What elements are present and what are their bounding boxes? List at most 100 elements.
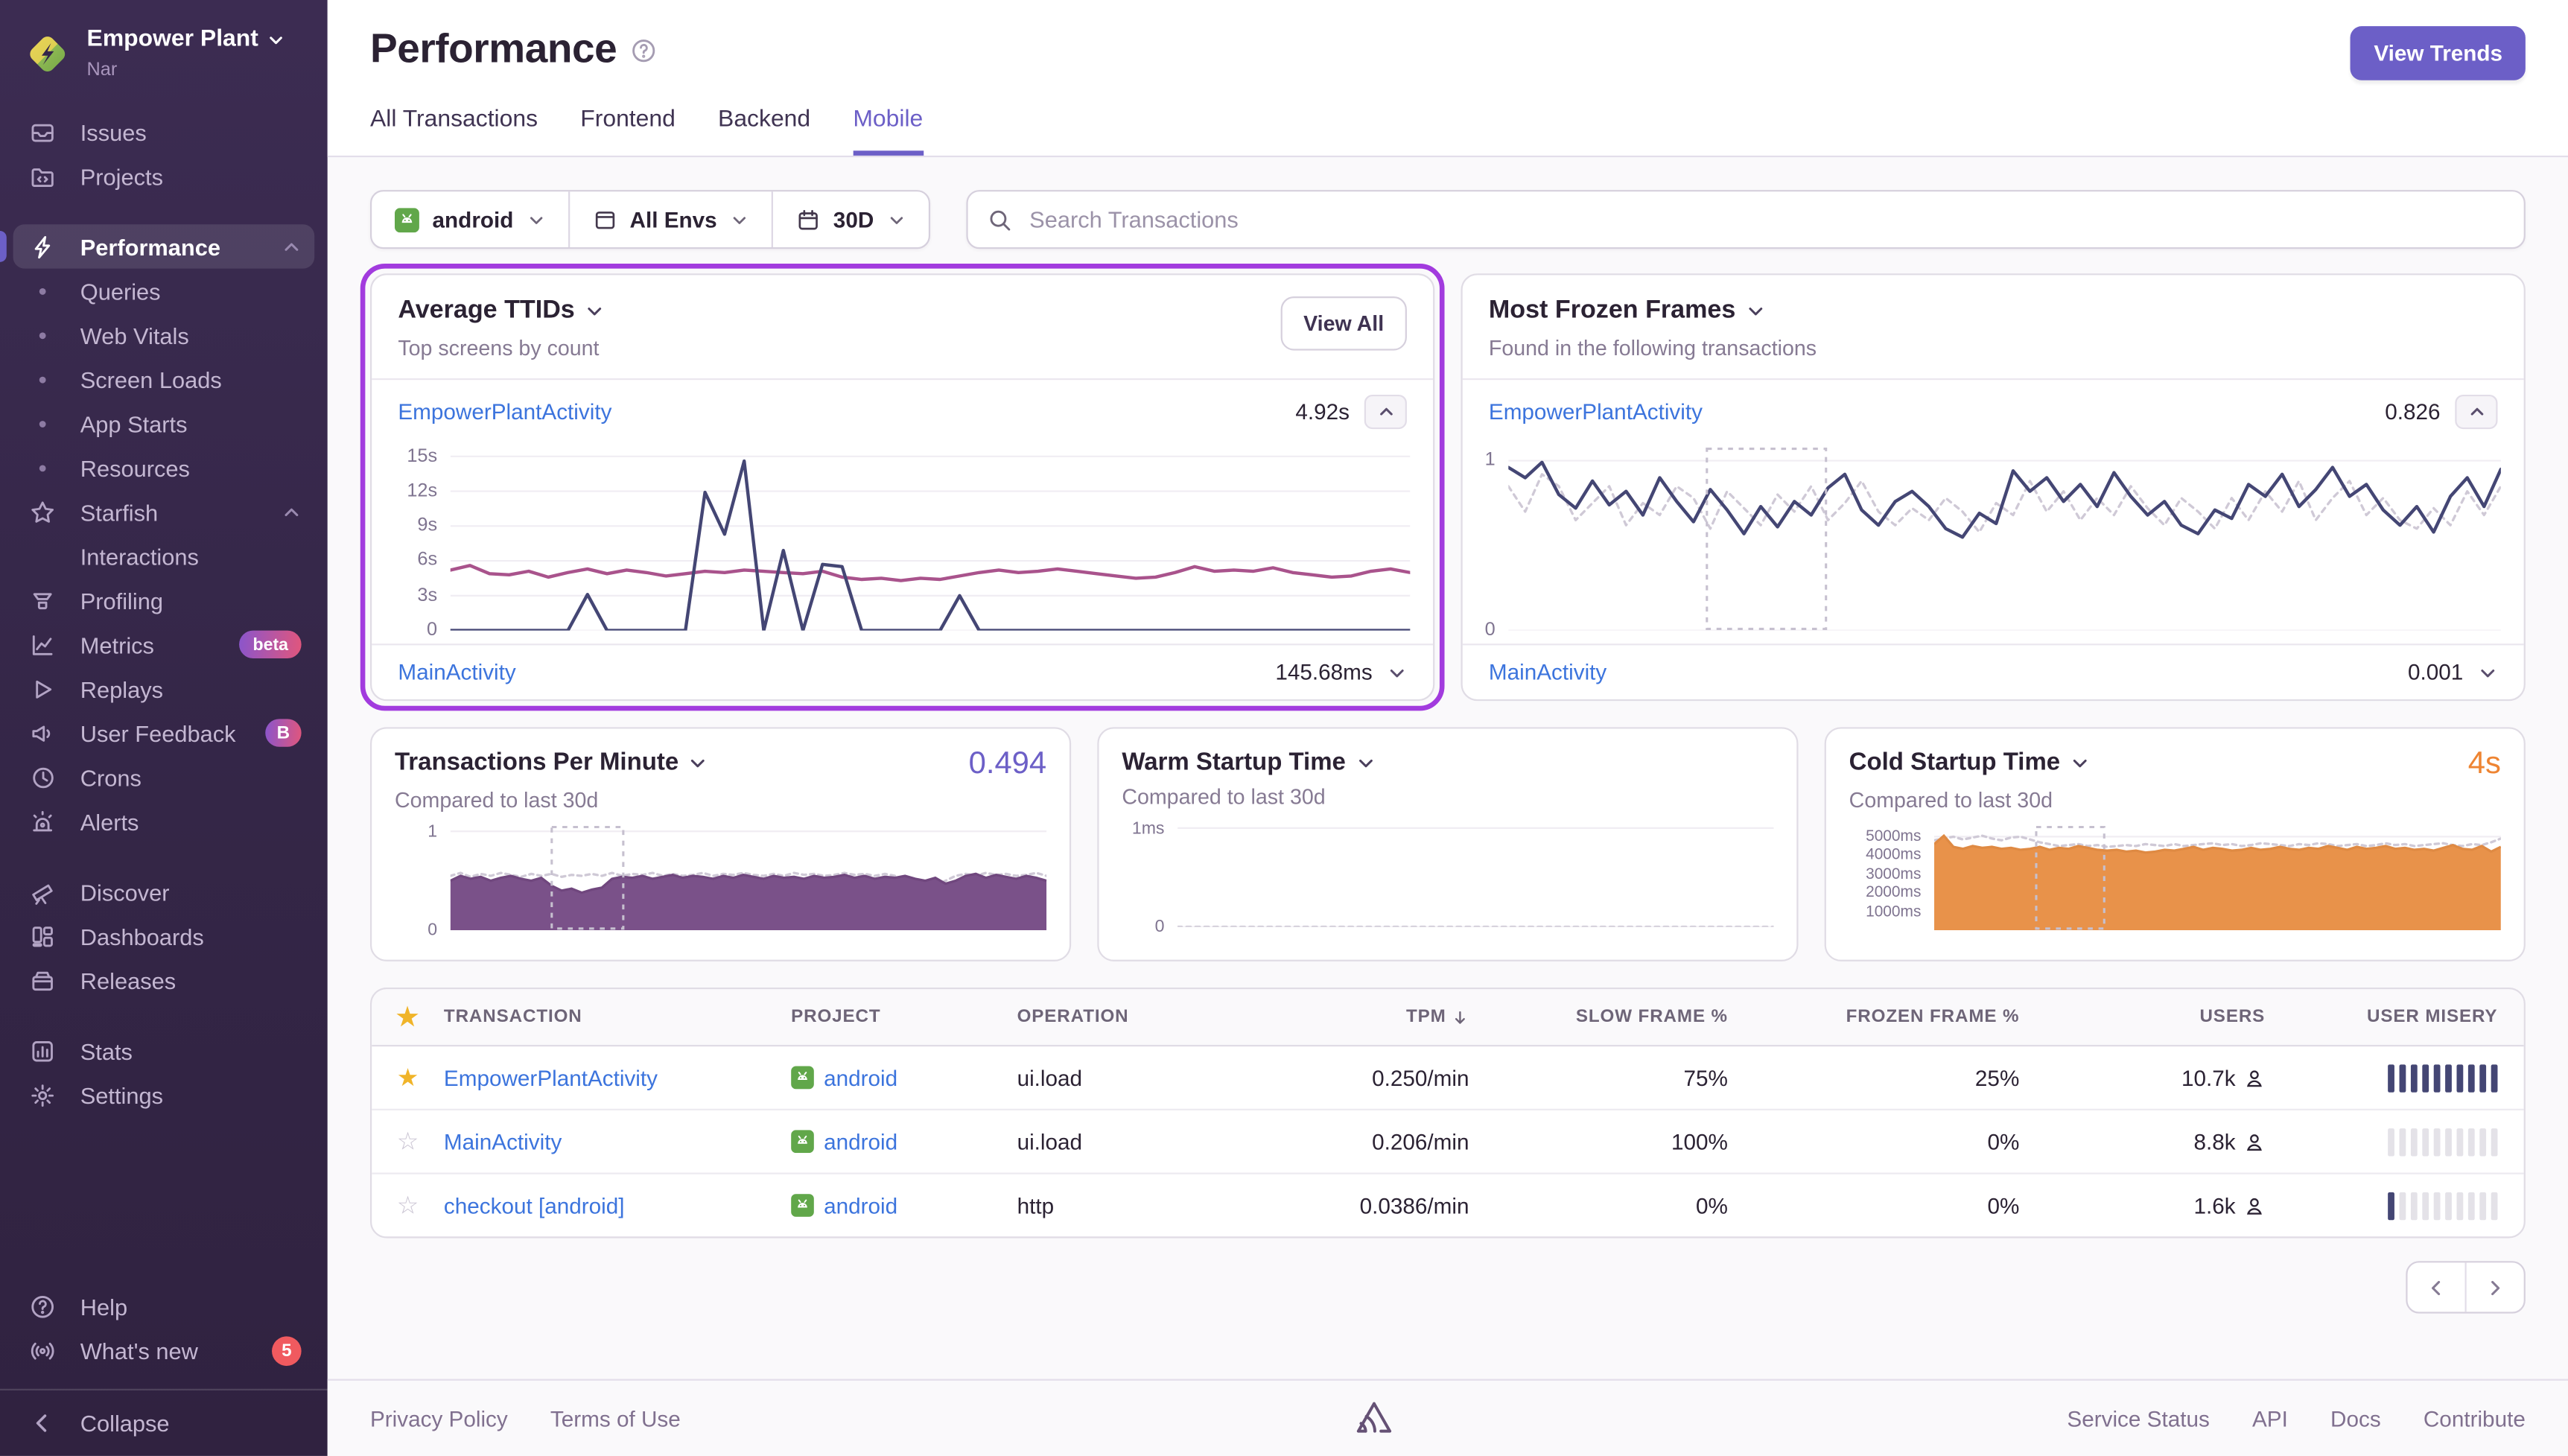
- star-column-header[interactable]: ★: [372, 1002, 444, 1032]
- sidebar-item-dashboards[interactable]: Dashboards: [13, 914, 315, 958]
- chevron-down-icon: [585, 302, 604, 321]
- environment-filter[interactable]: All Envs: [569, 191, 772, 247]
- tpm-title[interactable]: Transactions Per Minute: [395, 748, 708, 776]
- sidebar-item-discover[interactable]: Discover: [13, 870, 315, 914]
- transaction-link[interactable]: checkout [android]: [444, 1193, 625, 1218]
- star-outline-icon[interactable]: ☆: [372, 1191, 444, 1221]
- sidebar-item-starfish[interactable]: Starfish: [13, 490, 315, 534]
- sidebar-item-stats[interactable]: Stats: [13, 1029, 315, 1072]
- date-range-filter[interactable]: 30D: [772, 191, 927, 247]
- date-range-value: 30D: [833, 207, 874, 232]
- transaction-link[interactable]: MainActivity: [398, 660, 515, 684]
- project-filter[interactable]: android: [372, 191, 569, 247]
- sidebar-item-help[interactable]: Help: [13, 1284, 315, 1328]
- column-header-project[interactable]: PROJECT: [791, 1007, 1017, 1026]
- page-content: android All Envs 30D: [328, 157, 2568, 1379]
- widgets-row-1: Average TTIDs Top screens by count View …: [370, 273, 2526, 701]
- sidebar-item-metrics[interactable]: Metricsbeta: [13, 623, 315, 667]
- tab-mobile[interactable]: Mobile: [853, 107, 923, 156]
- cold-startup-title[interactable]: Cold Startup Time: [1849, 748, 2090, 776]
- transaction-link[interactable]: MainActivity: [1489, 660, 1606, 684]
- transaction-link[interactable]: EmpowerPlantActivity: [1489, 400, 1703, 425]
- sidebar-item-screen-loads[interactable]: Screen Loads: [13, 357, 315, 401]
- org-logo-icon: [23, 30, 72, 79]
- sidebar-item-replays[interactable]: Replays: [13, 667, 315, 710]
- filter-bar: android All Envs 30D: [370, 190, 2526, 249]
- footer-link-api[interactable]: API: [2252, 1406, 2288, 1431]
- transaction-search[interactable]: [965, 190, 2525, 249]
- chevron-left-icon: [2426, 1277, 2447, 1298]
- column-header-users[interactable]: USERS: [2019, 1007, 2265, 1026]
- footer-link-privacy-policy[interactable]: Privacy Policy: [370, 1406, 508, 1431]
- user-misery-bar: [2265, 1128, 2523, 1155]
- operation-cell: ui.load: [1017, 1129, 1259, 1154]
- sidebar-item-alerts[interactable]: Alerts: [13, 799, 315, 843]
- users-cell: 10.7k: [2019, 1065, 2265, 1090]
- most-frozen-frames-widget: Most Frozen Frames Found in the followin…: [1461, 273, 2526, 701]
- tab-all-transactions[interactable]: All Transactions: [370, 107, 538, 156]
- collapse-row-button[interactable]: [2455, 395, 2497, 429]
- sidebar-item-interactions[interactable]: Interactions: [13, 534, 315, 578]
- view-all-button[interactable]: View All: [1280, 296, 1407, 351]
- footer-link-terms-of-use[interactable]: Terms of Use: [550, 1406, 681, 1431]
- footer-link-service-status[interactable]: Service Status: [2067, 1406, 2209, 1431]
- sidebar-item-projects[interactable]: Projects: [13, 154, 315, 198]
- column-header-operation[interactable]: OPERATION: [1017, 1007, 1259, 1026]
- transaction-link[interactable]: EmpowerPlantActivity: [398, 400, 611, 425]
- sidebar-item-what-s-new[interactable]: What's new5: [13, 1328, 315, 1372]
- table-row: ★EmpowerPlantActivityandroidui.load0.250…: [372, 1046, 2523, 1110]
- column-header-frozen-frame[interactable]: FROZEN FRAME %: [1728, 1007, 2019, 1026]
- performance-icon: [26, 233, 59, 259]
- transaction-value: 145.68ms: [1275, 660, 1372, 684]
- help-circle-icon[interactable]: [630, 36, 656, 63]
- frozen-frame-cell: 25%: [1728, 1065, 2019, 1090]
- search-input[interactable]: [1026, 205, 2504, 235]
- column-header-slow-frame[interactable]: SLOW FRAME %: [1469, 1007, 1728, 1026]
- sidebar-item-label: Performance: [80, 233, 220, 259]
- warm-startup-widget: Warm Startup Time Compared to last 30d 1…: [1097, 727, 1798, 961]
- sidebar-item-crons[interactable]: Crons: [13, 755, 315, 799]
- column-header-user-misery[interactable]: USER MISERY: [2265, 1007, 2523, 1026]
- sidebar-item-user-feedback[interactable]: User FeedbackB: [13, 711, 315, 755]
- frozen-frame-cell: 0%: [1728, 1193, 2019, 1218]
- most-frozen-frames-title[interactable]: Most Frozen Frames: [1489, 296, 1817, 326]
- sidebar-item-performance[interactable]: Performance: [13, 224, 315, 268]
- sidebar-item-web-vitals[interactable]: Web Vitals: [13, 313, 315, 357]
- collapse-row-button[interactable]: [1364, 395, 1407, 429]
- star-filled-icon[interactable]: ★: [372, 1063, 444, 1093]
- expand-row-button[interactable]: [2478, 662, 2497, 681]
- sidebar-item-queries[interactable]: Queries: [13, 269, 315, 313]
- warm-startup-title[interactable]: Warm Startup Time: [1122, 748, 1375, 776]
- issues-icon: [26, 119, 59, 145]
- next-page-button[interactable]: [2467, 1262, 2524, 1312]
- sidebar-collapse-button[interactable]: Collapse: [0, 1389, 328, 1456]
- project-link[interactable]: android: [791, 1065, 1017, 1090]
- footer-link-contribute[interactable]: Contribute: [2424, 1406, 2526, 1431]
- project-link[interactable]: android: [791, 1129, 1017, 1154]
- tab-backend[interactable]: Backend: [718, 107, 810, 156]
- sidebar-item-settings[interactable]: Settings: [13, 1072, 315, 1116]
- sidebar-item-resources[interactable]: Resources: [13, 445, 315, 489]
- column-header-tpm[interactable]: TPM: [1259, 1007, 1469, 1026]
- transaction-link[interactable]: EmpowerPlantActivity: [444, 1065, 658, 1090]
- sidebar-item-profiling[interactable]: Profiling: [13, 578, 315, 622]
- sidebar-item-issues[interactable]: Issues: [13, 109, 315, 153]
- expand-row-button[interactable]: [1388, 662, 1407, 681]
- star-outline-icon[interactable]: ☆: [372, 1127, 444, 1157]
- footer-link-docs[interactable]: Docs: [2330, 1406, 2381, 1431]
- y-axis-label: 6s: [417, 551, 437, 570]
- users-cell: 8.8k: [2019, 1129, 2265, 1154]
- tab-frontend[interactable]: Frontend: [580, 107, 676, 156]
- sidebar-item-app-starts[interactable]: App Starts: [13, 401, 315, 445]
- sidebar-item-releases[interactable]: Releases: [13, 959, 315, 1002]
- project-link[interactable]: android: [791, 1193, 1017, 1218]
- column-header-transaction[interactable]: TRANSACTION: [444, 1007, 791, 1026]
- transaction-link[interactable]: MainActivity: [444, 1129, 562, 1154]
- tpm-value: 0.494: [969, 748, 1047, 780]
- previous-page-button[interactable]: [2408, 1262, 2467, 1312]
- view-trends-button[interactable]: View Trends: [2351, 26, 2526, 80]
- average-ttids-title[interactable]: Average TTIDs: [398, 296, 604, 326]
- y-axis-label: 3s: [417, 586, 437, 605]
- org-switcher[interactable]: Empower Plant Nar: [0, 19, 328, 103]
- stats-icon: [26, 1037, 59, 1064]
